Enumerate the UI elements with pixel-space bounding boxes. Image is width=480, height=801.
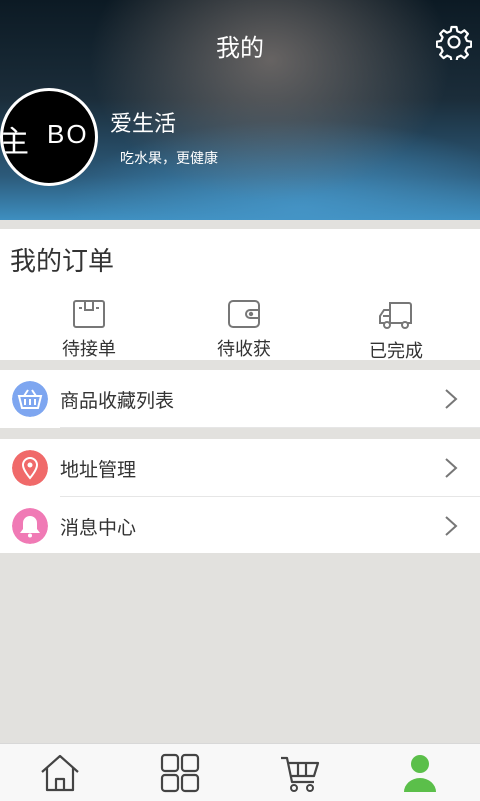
menu-item-label: 地址管理 — [60, 459, 137, 481]
gear-icon[interactable] — [436, 24, 472, 60]
user-name: 爱生活 — [110, 112, 177, 137]
order-to-receive-button[interactable]: 待收获 — [184, 299, 304, 361]
order-pending-button[interactable]: 待接单 — [29, 299, 149, 361]
truck-icon — [379, 302, 412, 329]
cart-icon[interactable] — [278, 752, 322, 794]
menu-item-favorites[interactable]: 商品收藏列表 — [0, 370, 480, 428]
chevron-right-icon — [445, 389, 458, 409]
profile-header: 我的 主 BO 爱生活 吃水果，更健康 — [0, 0, 480, 220]
bottom-tab-bar — [0, 743, 480, 801]
home-icon[interactable] — [38, 752, 82, 794]
menu-item-messages[interactable]: 消息中心 — [0, 497, 480, 553]
bell-icon — [12, 508, 48, 544]
menu-item-label: 商品收藏列表 — [60, 390, 175, 412]
basket-icon — [12, 381, 48, 417]
menu-item-address[interactable]: 地址管理 — [0, 439, 480, 497]
chevron-right-icon — [445, 458, 458, 478]
wallet-icon — [228, 300, 260, 328]
chevron-right-icon — [445, 516, 458, 536]
box-icon — [73, 300, 105, 328]
page-title: 我的 — [216, 34, 264, 62]
orders-title: 我的订单 — [10, 247, 115, 277]
grid-icon[interactable] — [158, 752, 202, 794]
location-pin-icon — [12, 450, 48, 486]
divider — [60, 427, 480, 428]
order-completed-button[interactable]: 已完成 — [336, 299, 456, 363]
orders-section: 我的订单 待接单 待收获 已完成 — [0, 229, 480, 363]
menu-item-label: 消息中心 — [60, 517, 137, 539]
user-subtitle: 吃水果，更健康 — [120, 151, 218, 167]
avatar[interactable]: 主 BO — [0, 88, 98, 186]
person-icon[interactable] — [398, 752, 442, 794]
